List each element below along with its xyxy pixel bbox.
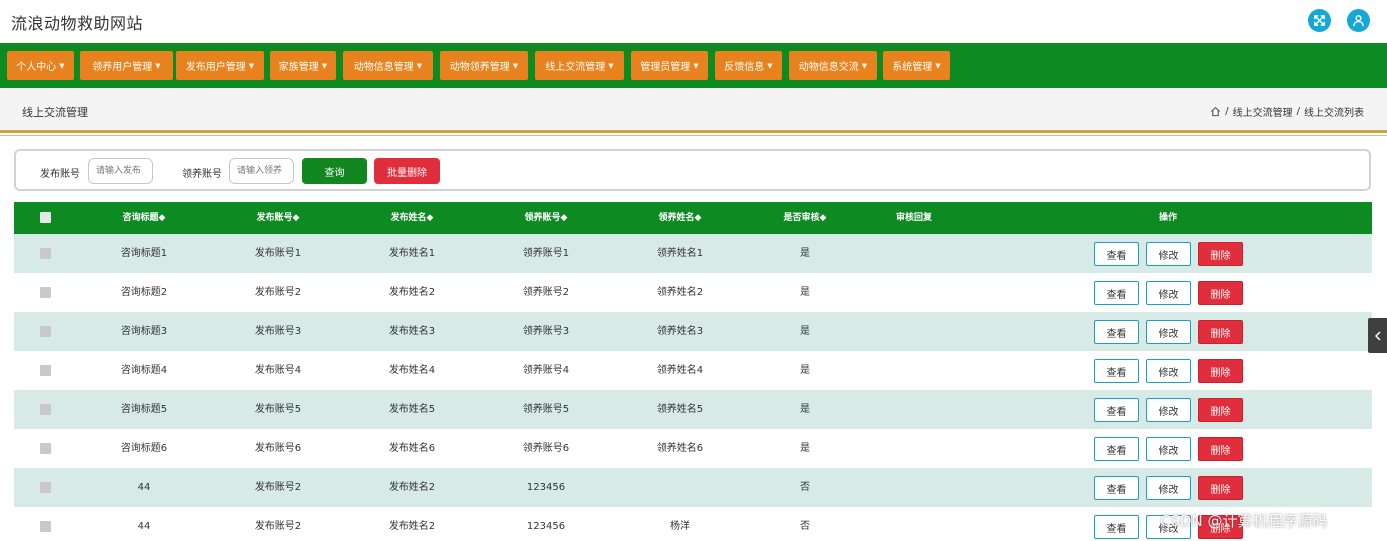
row-checkbox[interactable] xyxy=(40,248,51,259)
publish-account-input[interactable] xyxy=(88,158,153,184)
view-button[interactable]: 查看 xyxy=(1094,281,1139,305)
delete-button[interactable]: 删除 xyxy=(1198,398,1243,422)
table-row: 咨询标题2 发布账号2 发布姓名2 领养账号2 领养姓名2 是 查看 修改 删除 xyxy=(14,273,1372,312)
query-button[interactable]: 查询 xyxy=(302,158,367,184)
caret-down-icon: ▼ xyxy=(59,61,65,70)
column-header-audit-reply: 审核回复 xyxy=(895,213,933,223)
nav-item-publisher-users[interactable]: 发布用户管理 ▼ xyxy=(176,51,264,80)
table-row: 44 发布账号2 发布姓名2 123456 否 查看 修改 删除 xyxy=(14,468,1372,507)
caret-down-icon: ▼ xyxy=(767,61,773,70)
site-title: 流浪动物救助网站 xyxy=(11,14,144,33)
caret-down-icon: ▼ xyxy=(608,61,614,70)
select-all-checkbox[interactable] xyxy=(40,212,51,223)
user-icon[interactable] xyxy=(1347,9,1370,32)
nav-item-admins[interactable]: 管理员管理 ▼ xyxy=(631,51,708,80)
row-checkbox[interactable] xyxy=(40,404,51,415)
nav-item-animal-exchange[interactable]: 动物信息交流 ▼ xyxy=(789,51,877,80)
page-title: 线上交流管理 xyxy=(22,106,88,119)
batch-delete-button[interactable]: 批量删除 xyxy=(374,158,440,184)
breadcrumb: / 线上交流管理 / 线上交流列表 xyxy=(1210,104,1364,119)
table-row: 咨询标题3 发布账号3 发布姓名3 领养账号3 领养姓名3 是 查看 修改 删除 xyxy=(14,312,1372,351)
caret-down-icon: ▼ xyxy=(693,61,699,70)
table-row: 咨询标题6 发布账号6 发布姓名6 领养账号6 领养姓名6 是 查看 修改 删除 xyxy=(14,429,1372,468)
table-header: 咨询标题◆ 发布账号◆ 发布姓名◆ 领养账号◆ 领养姓名◆ 是否审核◆ 审核回复… xyxy=(14,202,1372,234)
delete-button[interactable]: 删除 xyxy=(1198,476,1243,500)
column-header-audit[interactable]: 是否审核◆ xyxy=(784,202,827,234)
divider xyxy=(0,135,1387,136)
side-collapse-tab[interactable] xyxy=(1368,318,1387,353)
breadcrumb-item[interactable]: 线上交流管理 xyxy=(1233,104,1293,119)
breadcrumb-separator: / xyxy=(1296,106,1300,117)
home-icon[interactable] xyxy=(1210,106,1221,117)
edit-button[interactable]: 修改 xyxy=(1146,281,1191,305)
caret-down-icon: ▼ xyxy=(248,61,255,70)
view-button[interactable]: 查看 xyxy=(1094,359,1139,383)
delete-button[interactable]: 删除 xyxy=(1198,281,1243,305)
chevron-left-icon xyxy=(1374,330,1381,341)
watermark: CSDN @计算机程序源码 xyxy=(1160,512,1328,530)
nav-item-feedback[interactable]: 反馈信息 ▼ xyxy=(715,51,782,80)
main-nav: 个人中心 ▼ 领养用户管理 ▼ 发布用户管理 ▼ 家族管理 ▼ 动物信息管理 ▼ 动物领养… xyxy=(0,43,1387,88)
row-checkbox[interactable] xyxy=(40,521,51,532)
column-header-publish-account[interactable]: 发布账号◆ xyxy=(257,202,300,234)
row-checkbox[interactable] xyxy=(40,326,51,337)
caret-down-icon: ▼ xyxy=(321,61,328,70)
view-button[interactable]: 查看 xyxy=(1094,515,1139,539)
nav-item-system[interactable]: 系统管理 ▼ xyxy=(883,51,950,80)
nav-item-online-exchange[interactable]: 线上交流管理 ▼ xyxy=(535,51,624,80)
delete-button[interactable]: 删除 xyxy=(1198,320,1243,344)
caret-down-icon: ▼ xyxy=(155,61,161,70)
delete-button[interactable]: 删除 xyxy=(1198,359,1243,383)
caret-down-icon: ▼ xyxy=(935,61,941,70)
delete-button[interactable]: 删除 xyxy=(1198,437,1243,461)
caret-down-icon: ▼ xyxy=(512,61,519,70)
fullscreen-icon[interactable] xyxy=(1308,9,1331,32)
row-checkbox[interactable] xyxy=(40,482,51,493)
table-row: 咨询标题1 发布账号1 发布姓名1 领养账号1 领养姓名1 是 查看 修改 删除 xyxy=(14,234,1372,273)
edit-button[interactable]: 修改 xyxy=(1146,359,1191,383)
column-header-actions: 操作 xyxy=(1158,213,1178,223)
breadcrumb-separator: / xyxy=(1225,106,1229,117)
caret-down-icon: ▼ xyxy=(416,61,423,70)
top-bar: 流浪动物救助网站 xyxy=(0,0,1387,43)
table-row: 咨询标题5 发布账号5 发布姓名5 领养账号5 领养姓名5 是 查看 修改 删除 xyxy=(14,390,1372,429)
row-checkbox[interactable] xyxy=(40,365,51,376)
edit-button[interactable]: 修改 xyxy=(1146,476,1191,500)
view-button[interactable]: 查看 xyxy=(1094,320,1139,344)
adopt-account-input[interactable] xyxy=(229,158,294,184)
breadcrumb-item: 线上交流列表 xyxy=(1304,108,1364,119)
table-row: 咨询标题4 发布账号4 发布姓名4 领养账号4 领养姓名4 是 查看 修改 删除 xyxy=(14,351,1372,390)
edit-button[interactable]: 修改 xyxy=(1146,320,1191,344)
search-panel: 发布账号 领养账号 查询 批量删除 xyxy=(14,149,1371,191)
column-header-title[interactable]: 咨询标题◆ xyxy=(123,202,166,234)
nav-item-adopter-users[interactable]: 领养用户管理 ▼ xyxy=(80,51,173,80)
column-header-publish-name[interactable]: 发布姓名◆ xyxy=(391,202,434,234)
publish-account-label: 发布账号 xyxy=(40,169,80,180)
delete-button[interactable]: 删除 xyxy=(1198,242,1243,266)
nav-item-family[interactable]: 家族管理 ▼ xyxy=(270,51,336,80)
row-checkbox[interactable] xyxy=(40,443,51,454)
view-button[interactable]: 查看 xyxy=(1094,242,1139,266)
column-header-adopt-account[interactable]: 领养账号◆ xyxy=(525,202,568,234)
view-button[interactable]: 查看 xyxy=(1094,437,1139,461)
edit-button[interactable]: 修改 xyxy=(1146,242,1191,266)
view-button[interactable]: 查看 xyxy=(1094,476,1139,500)
edit-button[interactable]: 修改 xyxy=(1146,437,1191,461)
caret-down-icon: ▼ xyxy=(861,61,868,70)
nav-item-animal-adoption[interactable]: 动物领养管理 ▼ xyxy=(440,51,528,80)
edit-button[interactable]: 修改 xyxy=(1146,398,1191,422)
divider xyxy=(0,130,1387,133)
row-checkbox[interactable] xyxy=(40,287,51,298)
breadcrumb-bar: 线上交流管理 / 线上交流管理 / 线上交流列表 xyxy=(0,88,1387,131)
nav-item-animal-info[interactable]: 动物信息管理 ▼ xyxy=(343,51,433,80)
adopt-account-label: 领养账号 xyxy=(182,169,222,180)
nav-item-personal-center[interactable]: 个人中心 ▼ xyxy=(7,51,74,80)
view-button[interactable]: 查看 xyxy=(1094,398,1139,422)
column-header-adopt-name[interactable]: 领养姓名◆ xyxy=(659,202,702,234)
